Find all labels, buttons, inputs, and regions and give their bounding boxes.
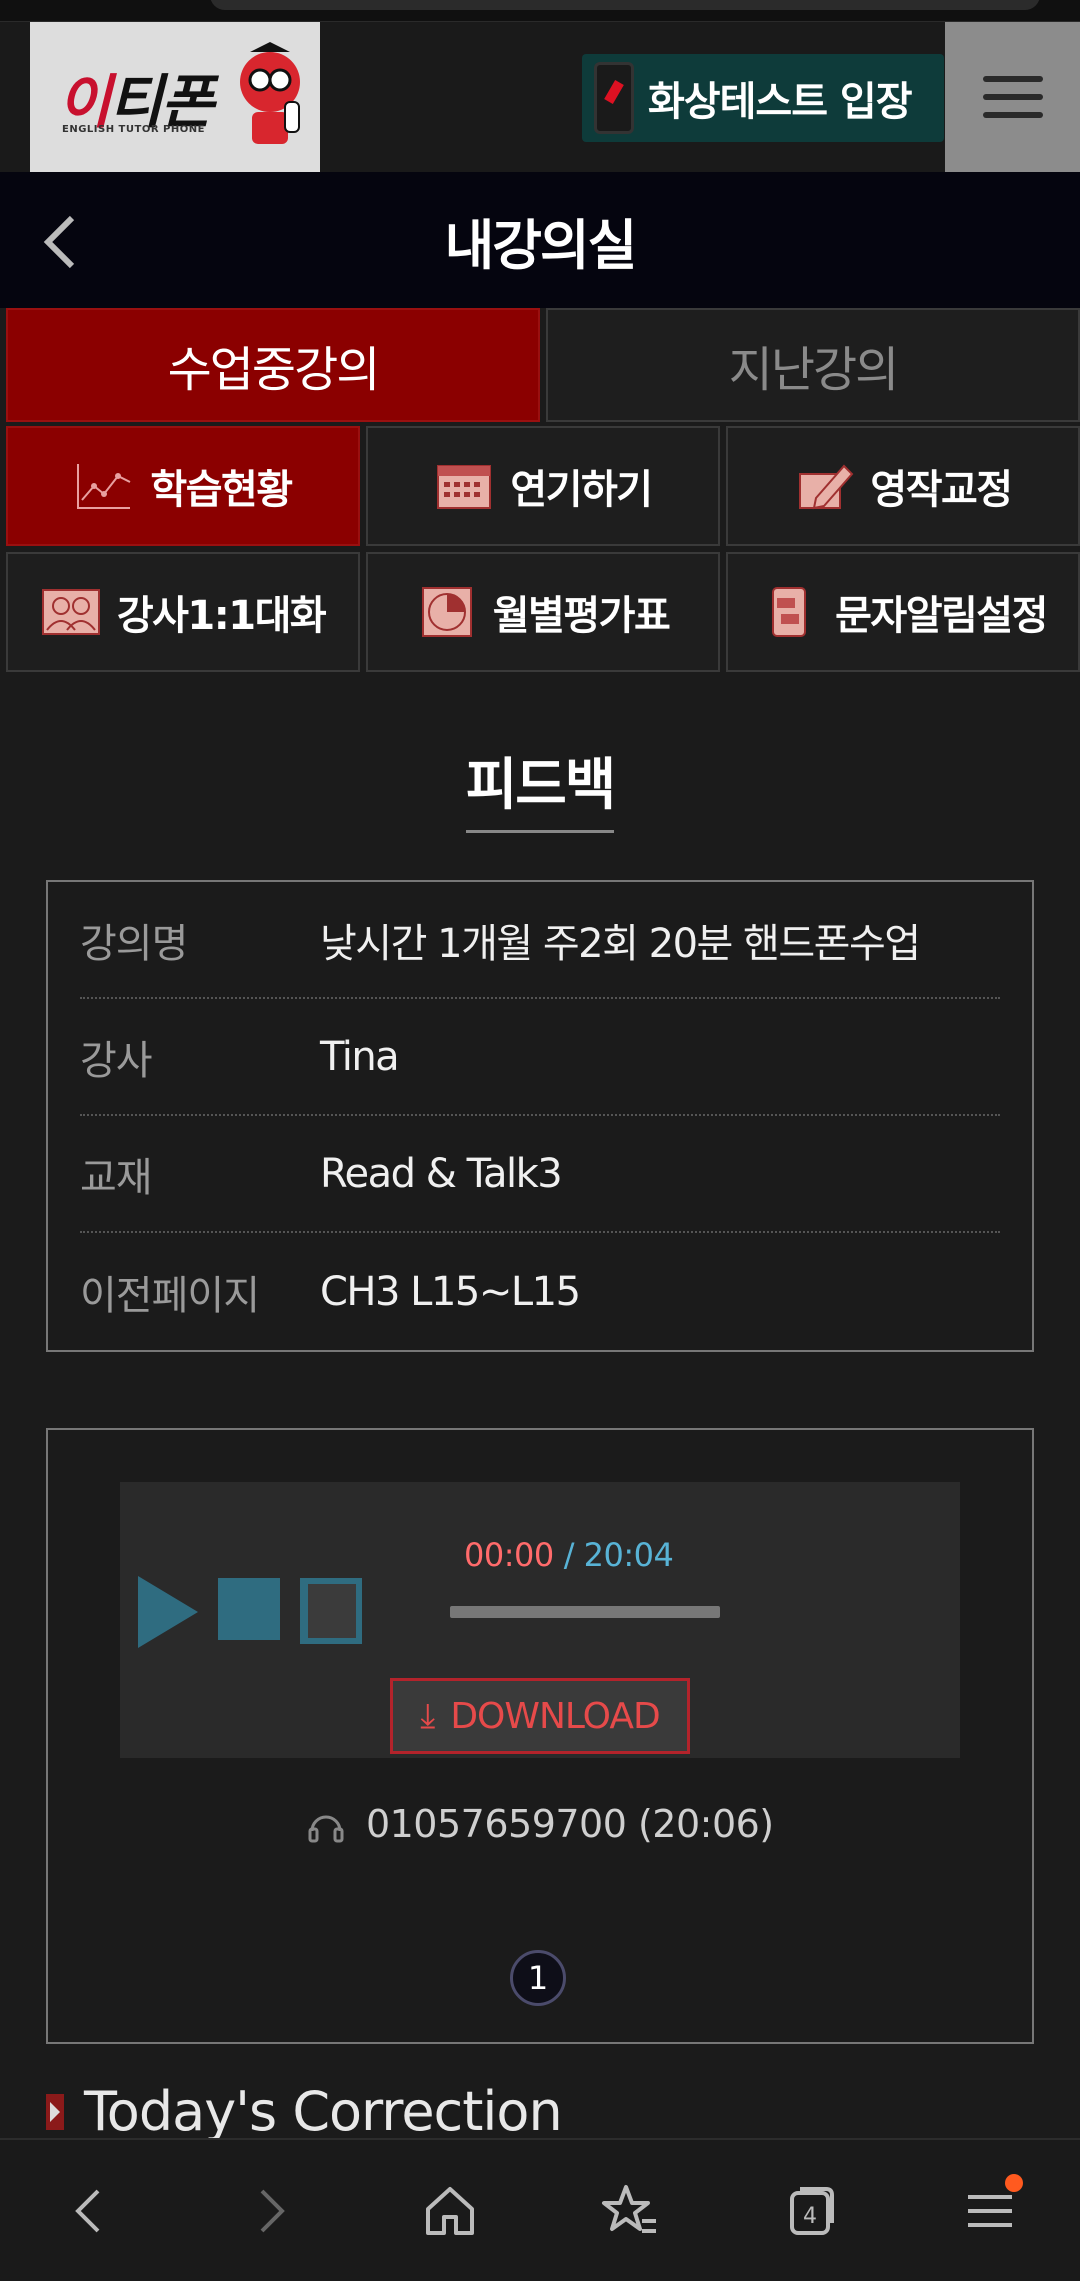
info-row-previous-page: 이전페이지 CH3 L15~L15 — [80, 1233, 1000, 1350]
info-value: Tina — [320, 1033, 400, 1080]
info-row-tutor: 강사 Tina — [80, 999, 1000, 1116]
back-chevron-icon[interactable] — [40, 212, 80, 280]
pie-icon — [421, 587, 472, 637]
page-title: 내강의실 — [444, 213, 638, 277]
info-key: 강의명 — [80, 920, 188, 967]
progress-bar[interactable] — [450, 1606, 720, 1618]
info-key: 강사 — [80, 1037, 153, 1084]
time-display: 00:00/ 20:04 — [464, 1536, 674, 1574]
sub-menu-grid: 학습현황 연기하기 영작교정 강사1:1대화 월별평가표 문자알림설정 — [6, 426, 1080, 672]
sub-menu-tutor-chat[interactable]: 강사1:1대화 — [6, 552, 360, 672]
info-row-course: 강의명 낮시간 1개월 주2회 20분 핸드폰수업 — [80, 882, 1000, 999]
audio-player: 00:00/ 20:04 ⤓ DOWNLOAD — [120, 1482, 960, 1758]
browser-url-bar[interactable] — [0, 0, 1080, 22]
page-number[interactable]: 1 — [510, 1950, 566, 2006]
pencil-icon — [799, 464, 854, 510]
sub-menu-label: 월별평가표 — [492, 593, 671, 639]
recording-player-box: 00:00/ 20:04 ⤓ DOWNLOAD 01057659700 (20:… — [46, 1428, 1034, 2044]
tabs-icon: 4 — [790, 2186, 834, 2235]
sub-menu-study-status[interactable]: 학습현황 — [6, 426, 360, 546]
forward-arrow-icon — [260, 2189, 285, 2232]
browser-tabs-button[interactable]: 4 — [765, 2166, 855, 2256]
hamburger-menu-button[interactable] — [945, 22, 1080, 172]
section-title: 피드백 — [465, 753, 617, 818]
site-header: 이티폰 ENGLISH TUTOR PHONE 화상테스트 입장 — [0, 22, 1080, 172]
download-icon: ⤓ — [420, 1696, 435, 1736]
browser-menu-button[interactable] — [945, 2166, 1035, 2256]
section-underline — [466, 830, 614, 833]
arrow-marker-icon — [46, 2093, 64, 2130]
info-key: 교재 — [80, 1154, 153, 1201]
title-bar: 내강의실 — [0, 172, 1080, 308]
video-test-label: 화상테스트 입장 — [648, 79, 913, 125]
info-value: 낮시간 1개월 주2회 20분 핸드폰수업 — [320, 920, 921, 967]
logo-subtitle: ENGLISH TUTOR PHONE — [62, 124, 205, 135]
download-label: DOWNLOAD — [450, 1695, 660, 1737]
headset-icon — [308, 1815, 344, 1842]
info-key: 이전페이지 — [80, 1272, 260, 1319]
star-list-icon — [602, 2184, 656, 2233]
mascot-icon — [240, 42, 300, 144]
video-test-button[interactable]: 화상테스트 입장 — [582, 54, 944, 142]
current-time: 00:00 — [464, 1536, 554, 1574]
notification-dot — [1005, 2173, 1023, 2192]
stop-icon[interactable] — [218, 1578, 280, 1640]
play-icon[interactable] — [138, 1576, 198, 1648]
phone-icon — [594, 62, 634, 134]
back-arrow-icon — [75, 2189, 100, 2232]
sub-menu-postpone[interactable]: 연기하기 — [366, 426, 720, 546]
page: 이티폰 ENGLISH TUTOR PHONE 화상테스트 입장 내강의실 수업… — [0, 0, 1080, 2281]
people-icon — [41, 589, 100, 635]
correction-heading: Today's Correction — [46, 2080, 563, 2143]
main-tabs: 수업중강의 지난강의 — [6, 308, 1080, 422]
browser-bottom-nav: 4 — [0, 2138, 1080, 2281]
call-record-text: 01057659700 (20:06) — [365, 1802, 774, 1846]
sub-menu-label: 영작교정 — [870, 467, 1013, 513]
home-icon — [426, 2186, 474, 2235]
browser-home-button[interactable] — [405, 2166, 495, 2256]
message-icon — [772, 587, 807, 637]
tab-current-lessons[interactable]: 수업중강의 — [6, 308, 540, 422]
call-record-line: 01057659700 (20:06) — [48, 1802, 1032, 1847]
tab-count: 4 — [803, 2204, 817, 2229]
sub-menu-label: 학습현황 — [150, 467, 293, 513]
sub-menu-writing-correction[interactable]: 영작교정 — [726, 426, 1080, 546]
browser-forward-button[interactable] — [225, 2166, 315, 2256]
calendar-icon — [437, 465, 492, 509]
lesson-info-table: 강의명 낮시간 1개월 주2회 20분 핸드폰수업 강사 Tina 교재 Rea… — [46, 880, 1034, 1352]
loop-icon[interactable] — [300, 1578, 362, 1644]
sub-menu-monthly-evaluation[interactable]: 월별평가표 — [366, 552, 720, 672]
sub-menu-sms-settings[interactable]: 문자알림설정 — [726, 552, 1080, 672]
info-row-textbook: 교재 Read & Talk3 — [80, 1116, 1000, 1233]
sub-menu-label: 문자알림설정 — [835, 593, 1048, 639]
info-value: Read & Talk3 — [320, 1150, 563, 1197]
sub-menu-label: 연기하기 — [510, 467, 653, 513]
site-logo[interactable]: 이티폰 ENGLISH TUTOR PHONE — [30, 22, 320, 172]
sub-menu-label: 강사1:1대화 — [116, 593, 327, 639]
info-value: CH3 L15~L15 — [320, 1268, 581, 1315]
total-time: / 20:04 — [563, 1536, 674, 1574]
browser-back-button[interactable] — [45, 2166, 135, 2256]
browser-bookmarks-button[interactable] — [585, 2166, 675, 2256]
tab-past-lessons[interactable]: 지난강의 — [546, 308, 1080, 422]
correction-title: Today's Correction — [84, 2080, 563, 2143]
chart-icon — [77, 464, 131, 509]
download-button[interactable]: ⤓ DOWNLOAD — [390, 1678, 690, 1754]
